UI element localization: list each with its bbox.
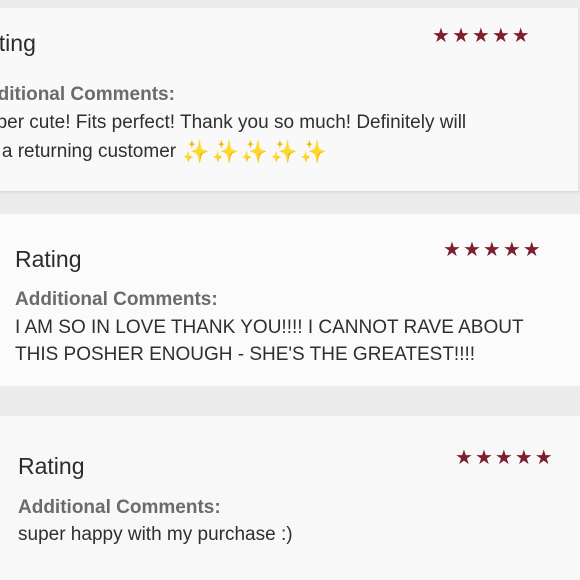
- sparkle-icon: ✨: [299, 139, 328, 164]
- star-icon: ★: [514, 447, 533, 469]
- sparkle-icon: ✨: [270, 139, 298, 164]
- rating-heading: Rating: [15, 246, 82, 272]
- star-icon: ★: [462, 239, 481, 261]
- sparkle-icon: ✨: [182, 139, 210, 164]
- star-rating: ★ ★ ★ ★ ★: [455, 448, 553, 468]
- review-card-2: Rating ★ ★ ★ ★ ★ Additional Comments: I AM S…: [0, 214, 580, 386]
- star-icon: ★: [522, 239, 541, 261]
- star-rating: ★ ★ ★ ★ ★: [443, 240, 541, 260]
- comment-line: super happy with my purchase :): [18, 524, 293, 545]
- star-icon: ★: [443, 239, 461, 261]
- star-icon: ★: [474, 447, 493, 469]
- star-icon: ★: [534, 447, 553, 469]
- sparkle-emoji-row: ✨ ✨ ✨ ✨ ✨: [182, 141, 327, 163]
- star-icon: ★: [502, 239, 521, 261]
- sparkle-icon: ✨: [240, 139, 269, 164]
- star-icon: ★: [491, 25, 510, 47]
- comment-line: THIS POSHER ENOUGH - SHE'S THE GREATEST!…: [15, 344, 476, 365]
- star-icon: ★: [432, 25, 450, 47]
- star-icon: ★: [494, 447, 513, 469]
- additional-comments-label: Additional Comments:: [18, 497, 221, 518]
- rating-heading: ating: [0, 30, 36, 56]
- review-card-1: ating ★★★★★ dditional Comments: uper cut…: [0, 8, 579, 192]
- comment-line-text: e a returning customer: [0, 141, 177, 162]
- comment-line: uper cute! Fits perfect! Thank you so mu…: [0, 112, 467, 133]
- star-icon: ★: [471, 25, 490, 47]
- star-icon: ★: [511, 25, 530, 47]
- review-screenshot-collage: ating ★★★★★ dditional Comments: uper cut…: [0, 0, 580, 580]
- comment-line-with-emoji: e a returning customer ✨ ✨ ✨ ✨ ✨: [0, 141, 327, 163]
- star-icon: ★: [451, 25, 470, 47]
- star-rating: ★ ★ ★ ★ ★: [432, 26, 530, 46]
- review-card-3: Rating ★ ★ ★ ★ ★ Additional Comments: super …: [0, 416, 580, 580]
- additional-comments-label: dditional Comments:: [0, 84, 175, 105]
- star-icon: ★: [482, 239, 501, 261]
- comment-line: I AM SO IN LOVE THANK YOU!!!! I CANNOT R…: [15, 317, 524, 338]
- additional-comments-label: Additional Comments:: [15, 289, 218, 310]
- sparkle-icon: ✨: [211, 139, 239, 164]
- star-icon: ★: [455, 447, 473, 469]
- rating-heading: Rating: [18, 453, 85, 479]
